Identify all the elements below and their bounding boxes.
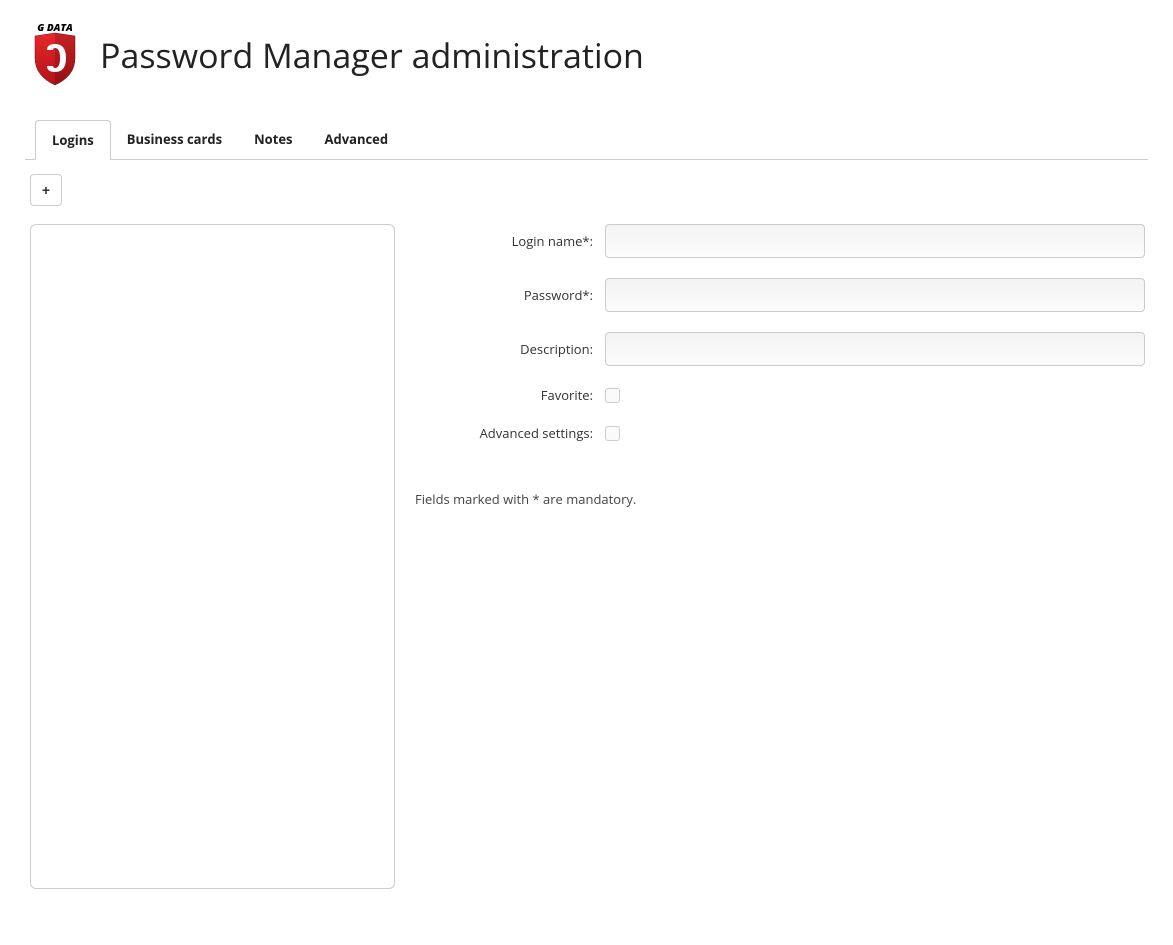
toolbar: + <box>20 160 1153 206</box>
description-label: Description: <box>415 340 605 358</box>
advanced-settings-checkbox[interactable] <box>605 426 620 441</box>
form-row-favorite: Favorite: <box>415 386 1145 404</box>
favorite-checkbox[interactable] <box>605 388 620 403</box>
gdata-logo: G DATA <box>30 20 80 90</box>
tab-notes[interactable]: Notes <box>238 120 308 159</box>
tabs: Logins Business cards Notes Advanced <box>25 120 1148 160</box>
form-row-password: Password*: <box>415 278 1145 312</box>
shield-icon <box>33 32 77 86</box>
content: Login name*: Password*: Description: Fav… <box>20 206 1153 889</box>
tab-logins[interactable]: Logins <box>35 120 111 160</box>
description-input[interactable] <box>605 332 1145 366</box>
advanced-settings-label: Advanced settings: <box>415 424 605 442</box>
password-label: Password*: <box>415 286 605 304</box>
form-row-description: Description: <box>415 332 1145 366</box>
login-name-label: Login name*: <box>415 232 605 250</box>
mandatory-note: Fields marked with * are mandatory. <box>415 490 1145 508</box>
tab-advanced[interactable]: Advanced <box>309 120 405 159</box>
page-title: Password Manager administration <box>100 32 644 78</box>
logins-list-panel[interactable] <box>30 224 395 889</box>
favorite-label: Favorite: <box>415 386 605 404</box>
form-row-login-name: Login name*: <box>415 224 1145 258</box>
header: G DATA Password Manager administration <box>20 15 1153 120</box>
add-button[interactable]: + <box>30 174 62 206</box>
tab-business-cards[interactable]: Business cards <box>111 120 238 159</box>
form-row-advanced-settings: Advanced settings: <box>415 424 1145 442</box>
login-name-input[interactable] <box>605 224 1145 258</box>
password-input[interactable] <box>605 278 1145 312</box>
login-form: Login name*: Password*: Description: Fav… <box>415 224 1145 889</box>
